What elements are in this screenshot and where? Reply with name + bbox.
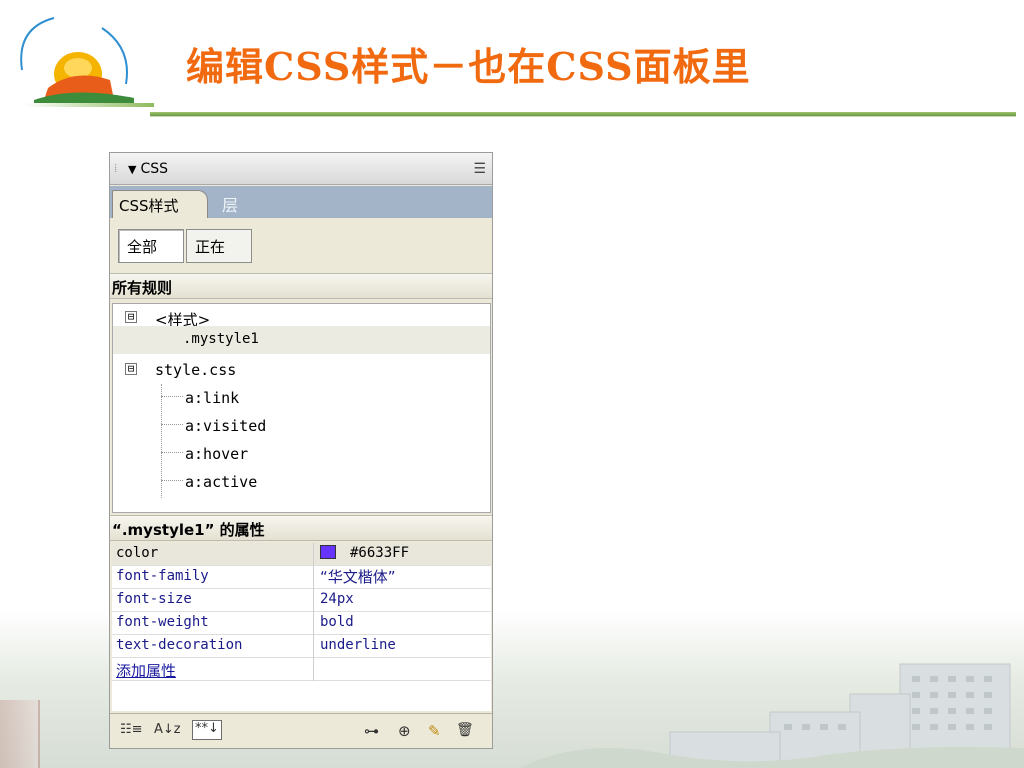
title-rule	[150, 112, 1016, 117]
property-value[interactable]: underline	[320, 637, 396, 653]
panel-header[interactable]: ⁞ ▼ CSS ☰	[110, 153, 492, 185]
tree-group-style-css[interactable]: ⊟ style.css	[113, 356, 490, 384]
tree-rule-a-active[interactable]: a:active	[113, 468, 490, 496]
css-panel: ⁞ ▼ CSS ☰ CSS样式 层 全部 正在 所有规则 ⊟ <样式> .myst…	[109, 152, 493, 749]
tree-rule-a-link[interactable]: a:link	[113, 384, 490, 412]
drag-grip-icon[interactable]: ⁞	[114, 161, 124, 176]
property-row-font-family[interactable]: font-family “华文楷体”	[112, 566, 491, 589]
tree-rule-label: .mystyle1	[183, 331, 259, 347]
campus-buildings-image	[520, 663, 1024, 768]
property-row-color[interactable]: color #6633FF	[112, 543, 491, 566]
tree-rule-a-visited[interactable]: a:visited	[113, 412, 490, 440]
collapse-icon[interactable]: ⊟	[125, 363, 137, 375]
category-view-icon[interactable]: ☷≡	[120, 722, 143, 742]
slide-title: 编辑CSS样式－也在CSS面板里	[186, 44, 751, 89]
collapse-icon[interactable]: ⊟	[125, 311, 137, 323]
tree-group-label: style.css	[155, 361, 237, 379]
property-row-font-size[interactable]: font-size 24px	[112, 589, 491, 612]
all-rules-heading: 所有规则	[110, 273, 492, 299]
property-name: text-decoration	[116, 637, 243, 653]
tree-rule-a-hover[interactable]: a:hover	[113, 440, 490, 468]
column-divider	[313, 658, 314, 681]
tree-rule-mystyle1[interactable]: .mystyle1	[113, 326, 490, 354]
alphabetical-sort-icon[interactable]: A↓z	[154, 722, 181, 742]
panel-title-text: CSS	[140, 160, 169, 177]
property-row-text-decoration[interactable]: text-decoration underline	[112, 635, 491, 658]
delete-rule-icon[interactable]: 🗑	[456, 722, 474, 742]
column-divider	[313, 589, 314, 612]
add-property-row: 添加属性	[112, 658, 491, 681]
panel-title[interactable]: ▼ CSS	[128, 161, 168, 177]
title-rule-fade	[24, 103, 154, 107]
add-property-link[interactable]: 添加属性	[116, 660, 176, 681]
course-logo	[14, 8, 144, 108]
properties-heading: “.mystyle1” 的属性	[110, 515, 492, 541]
edit-style-icon[interactable]: ✎	[428, 722, 441, 742]
panel-tabs: CSS样式 层	[110, 186, 492, 218]
decorative-stamp	[0, 700, 40, 768]
all-mode-button[interactable]: 全部	[118, 229, 184, 263]
property-value[interactable]: “华文楷体”	[320, 566, 396, 587]
column-divider	[313, 612, 314, 635]
property-name: font-family	[116, 568, 209, 584]
tree-rule-label: a:active	[185, 473, 258, 491]
rules-tree: ⊟ <样式> .mystyle1 ⊟ style.css a:link a:vi…	[112, 303, 491, 513]
new-rule-icon[interactable]: ⊕	[398, 722, 411, 742]
column-divider	[313, 635, 314, 658]
property-name: font-weight	[116, 614, 209, 630]
color-swatch[interactable]	[320, 545, 336, 559]
property-value[interactable]: #6633FF	[320, 545, 409, 561]
tab-css-styles[interactable]: CSS样式	[112, 190, 208, 218]
options-menu-icon[interactable]: ☰	[473, 161, 486, 177]
set-properties-view-icon[interactable]: **↓	[192, 720, 222, 740]
property-name: color	[116, 545, 159, 561]
triangle-down-icon[interactable]: ▼	[128, 163, 136, 176]
property-row-font-weight[interactable]: font-weight bold	[112, 612, 491, 635]
panel-toolbar: ☷≡ A↓z **↓ ⊶ ⊕ ✎ 🗑	[110, 713, 492, 748]
property-value[interactable]: bold	[320, 614, 354, 630]
column-divider	[313, 543, 314, 566]
tree-rule-label: a:link	[185, 389, 240, 407]
tree-rule-label: a:visited	[185, 417, 267, 435]
column-divider	[313, 566, 314, 589]
current-mode-button[interactable]: 正在	[186, 229, 252, 263]
property-value[interactable]: 24px	[320, 591, 354, 607]
property-name: font-size	[116, 591, 192, 607]
properties-grid: color #6633FF font-family “华文楷体” font-si…	[112, 543, 491, 711]
tree-rule-label: a:hover	[185, 445, 249, 463]
tab-layers[interactable]: 层	[222, 192, 238, 216]
color-value-text: #6633FF	[350, 545, 410, 561]
attach-stylesheet-icon[interactable]: ⊶	[364, 722, 379, 742]
